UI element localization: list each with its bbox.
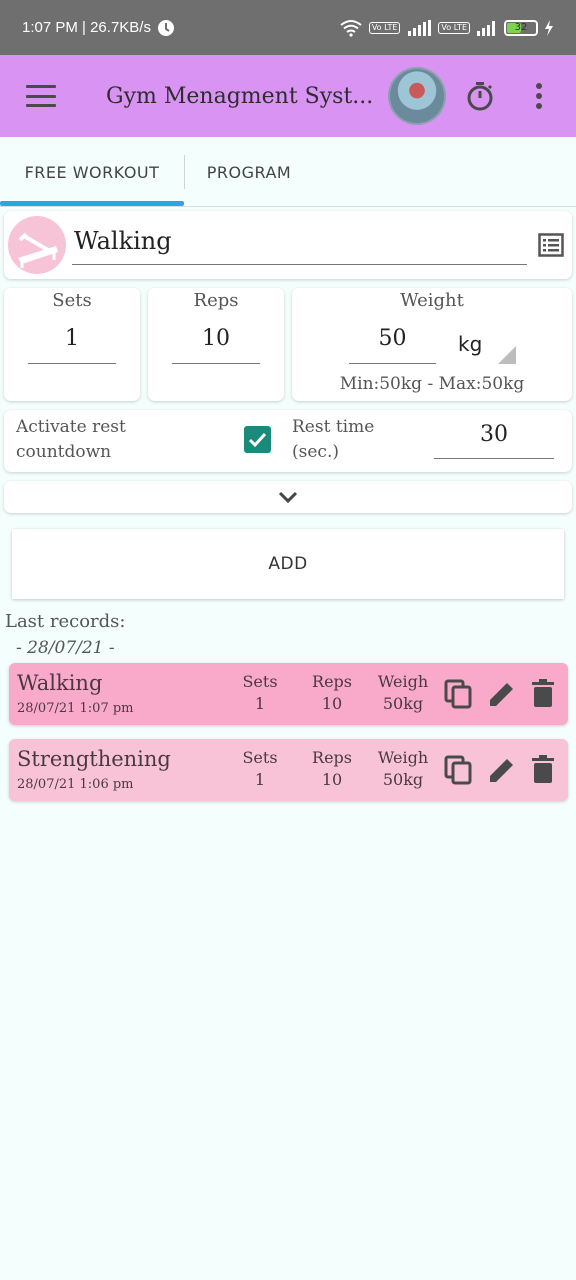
more-options-icon[interactable] (536, 83, 542, 109)
record-sets: Sets 1 (235, 671, 285, 715)
record-datetime: 28/07/21 1:07 pm (17, 701, 134, 716)
tab-program[interactable]: PROGRAM (184, 137, 314, 207)
weight-label: Weight (400, 290, 464, 311)
checkmark-icon (248, 432, 267, 448)
delete-icon[interactable] (527, 678, 559, 710)
rest-card: Activate rest countdown Rest time (sec.)… (4, 410, 572, 472)
reps-input[interactable]: 10 (172, 326, 260, 364)
signal-icon-2 (477, 20, 495, 36)
battery-level: 32 (514, 22, 528, 33)
signal-icon-1 (408, 19, 432, 36)
sync-icon (157, 19, 174, 36)
record-weight-label: Weigh (377, 672, 429, 691)
copy-icon[interactable] (443, 678, 475, 710)
record-item[interactable]: Walking 28/07/21 1:07 pm Sets 1 Reps 10 We… (9, 663, 568, 725)
chevron-down-icon (278, 491, 298, 503)
rest-time-label: Rest time (sec.) (292, 417, 375, 462)
record-datetime: 28/07/21 1:06 pm (17, 777, 134, 792)
sets-input[interactable]: 1 (28, 326, 116, 364)
date-separator: - 28/07/21 - (16, 638, 115, 658)
status-time: 1:07 PM | 26.7KB/s (22, 19, 151, 36)
weight-unit-select[interactable]: kg (458, 332, 482, 356)
record-weight: Weigh 50kg (375, 747, 431, 791)
list-icon[interactable] (538, 233, 564, 257)
record-reps-label: Reps (312, 672, 352, 691)
rest-time-input[interactable]: 30 (434, 422, 554, 459)
exercise-card: Walking (4, 211, 572, 279)
status-bar: 1:07 PM | 26.7KB/s Vo LTE Vo LTE 32 (0, 0, 576, 55)
reps-card: Reps 10 (148, 288, 284, 401)
record-sets-label: Sets (242, 672, 278, 691)
exercise-name-field[interactable]: Walking (72, 227, 527, 265)
exercise-thumbnail[interactable] (8, 216, 66, 274)
record-weight-value: 50kg (382, 770, 424, 789)
record-reps-value: 10 (321, 694, 343, 713)
wifi-icon (340, 19, 362, 37)
record-weight: Weigh 50kg (375, 671, 431, 715)
app-title: Gym Menagment Syst... (106, 83, 374, 109)
weight-card: Weight 50 kg Min:50kg - Max:50kg (292, 288, 572, 401)
edit-icon[interactable] (486, 754, 518, 786)
reps-label: Reps (193, 290, 239, 311)
sets-card: Sets 1 (4, 288, 140, 401)
record-item[interactable]: Strengthening 28/07/21 1:06 pm Sets 1 Rep… (9, 739, 568, 801)
stopwatch-icon[interactable] (464, 80, 496, 112)
avatar[interactable] (388, 67, 446, 125)
copy-icon[interactable] (443, 754, 475, 786)
tab-free-workout[interactable]: FREE WORKOUT (0, 137, 184, 207)
record-name: Walking (17, 671, 103, 695)
record-weight-value: 50kg (382, 694, 424, 713)
record-reps-value: 10 (321, 770, 343, 789)
sets-label: Sets (52, 290, 92, 311)
record-name: Strengthening (17, 747, 171, 771)
treadmill-icon (18, 232, 58, 268)
record-reps-label: Reps (312, 748, 352, 767)
tab-bar: FREE WORKOUT PROGRAM (0, 137, 576, 207)
tab-divider (184, 155, 185, 189)
record-sets-value: 1 (254, 770, 266, 789)
delete-icon[interactable] (527, 754, 559, 786)
weight-range: Min:50kg - Max:50kg (339, 374, 525, 394)
charging-icon (545, 19, 553, 36)
record-sets-value: 1 (254, 694, 266, 713)
record-weight-label: Weigh (377, 748, 429, 767)
activate-rest-label: Activate rest countdown (16, 417, 126, 462)
record-sets-label: Sets (242, 748, 278, 767)
record-reps: Reps 10 (305, 747, 359, 791)
network-badge-1: Vo LTE (368, 21, 401, 34)
record-sets: Sets 1 (235, 747, 285, 791)
network-badge-2: Vo LTE (438, 21, 470, 34)
last-records-heading: Last records: (5, 611, 126, 632)
weight-input[interactable]: 50 (349, 326, 436, 364)
menu-icon[interactable] (26, 85, 56, 107)
record-reps: Reps 10 (305, 671, 359, 715)
add-button[interactable]: ADD (12, 529, 564, 599)
edit-icon[interactable] (486, 678, 518, 710)
rest-countdown-checkbox[interactable] (244, 426, 271, 453)
tab-indicator (0, 201, 184, 206)
app-bar: Gym Menagment Syst... (0, 55, 576, 137)
battery-icon: 32 (504, 19, 538, 36)
expand-button[interactable] (4, 481, 572, 513)
dropdown-triangle-icon[interactable] (498, 346, 516, 364)
